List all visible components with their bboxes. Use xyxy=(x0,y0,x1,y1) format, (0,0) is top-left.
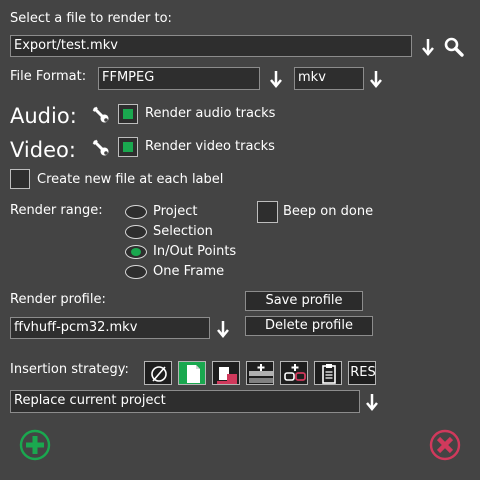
range-one-frame-radio[interactable] xyxy=(125,265,147,279)
range-selection-radio[interactable] xyxy=(125,225,147,239)
insert-media-icon[interactable] xyxy=(212,361,240,385)
range-inout-label: In/Out Points xyxy=(153,244,237,259)
range-project-label: Project xyxy=(153,204,198,219)
render-audio-label: Render audio tracks xyxy=(145,106,276,121)
audio-wrench-icon[interactable] xyxy=(92,106,110,124)
range-inout-radio[interactable] xyxy=(125,245,147,259)
render-audio-checkbox[interactable] xyxy=(118,104,138,124)
render-video-label: Render video tracks xyxy=(145,139,275,154)
video-wrench-icon[interactable] xyxy=(92,139,110,157)
render-profile-select[interactable]: ffvhuff-pcm32.mkv xyxy=(10,317,210,339)
file-format-label: File Format: xyxy=(10,69,87,84)
video-label: Video: xyxy=(10,138,76,162)
insertion-strategy-label: Insertion strategy: xyxy=(10,362,129,377)
strategy-dropdown-arrow-icon[interactable] xyxy=(365,392,379,412)
range-selection-label: Selection xyxy=(153,224,213,239)
range-project-radio[interactable] xyxy=(125,205,147,219)
plus-circle-icon[interactable] xyxy=(18,428,52,462)
beep-on-done-checkbox[interactable] xyxy=(257,201,278,223)
clipboard-icon[interactable] xyxy=(314,361,342,385)
resource-icon[interactable]: RES xyxy=(348,361,376,385)
render-range-label: Render range: xyxy=(10,203,103,218)
no-insert-icon[interactable] xyxy=(144,361,172,385)
render-video-checkbox[interactable] xyxy=(118,137,138,157)
render-profile-label: Render profile: xyxy=(10,292,106,307)
delete-profile-button[interactable]: Delete profile xyxy=(245,316,373,336)
file-prompt-label: Select a file to render to: xyxy=(10,11,172,26)
extension-dropdown-arrow-icon[interactable] xyxy=(369,69,383,89)
file-format-select[interactable]: FFMPEG xyxy=(98,67,260,90)
beep-on-done-label: Beep on done xyxy=(283,204,374,219)
profile-dropdown-arrow-icon[interactable] xyxy=(216,319,230,339)
extension-select[interactable]: mkv xyxy=(294,67,364,90)
format-dropdown-arrow-icon[interactable] xyxy=(269,69,283,89)
save-profile-button[interactable]: Save profile xyxy=(245,291,363,311)
res-text: RES xyxy=(350,365,376,380)
insertion-strategy-select[interactable]: Replace current project xyxy=(10,390,360,413)
link-paste-icon[interactable] xyxy=(280,361,308,385)
range-one-frame-label: One Frame xyxy=(153,264,225,279)
x-circle-icon[interactable] xyxy=(428,428,462,462)
paste-tracks-icon[interactable] xyxy=(246,361,274,385)
search-icon[interactable] xyxy=(443,36,465,58)
new-file-per-label-label: Create new file at each label xyxy=(37,172,224,187)
file-path-input[interactable]: Export/test.mkv xyxy=(10,35,412,57)
new-file-per-label-checkbox[interactable] xyxy=(10,169,30,189)
audio-label: Audio: xyxy=(10,104,77,128)
new-file-icon[interactable] xyxy=(178,361,206,385)
file-dropdown-arrow-icon[interactable] xyxy=(421,37,435,57)
